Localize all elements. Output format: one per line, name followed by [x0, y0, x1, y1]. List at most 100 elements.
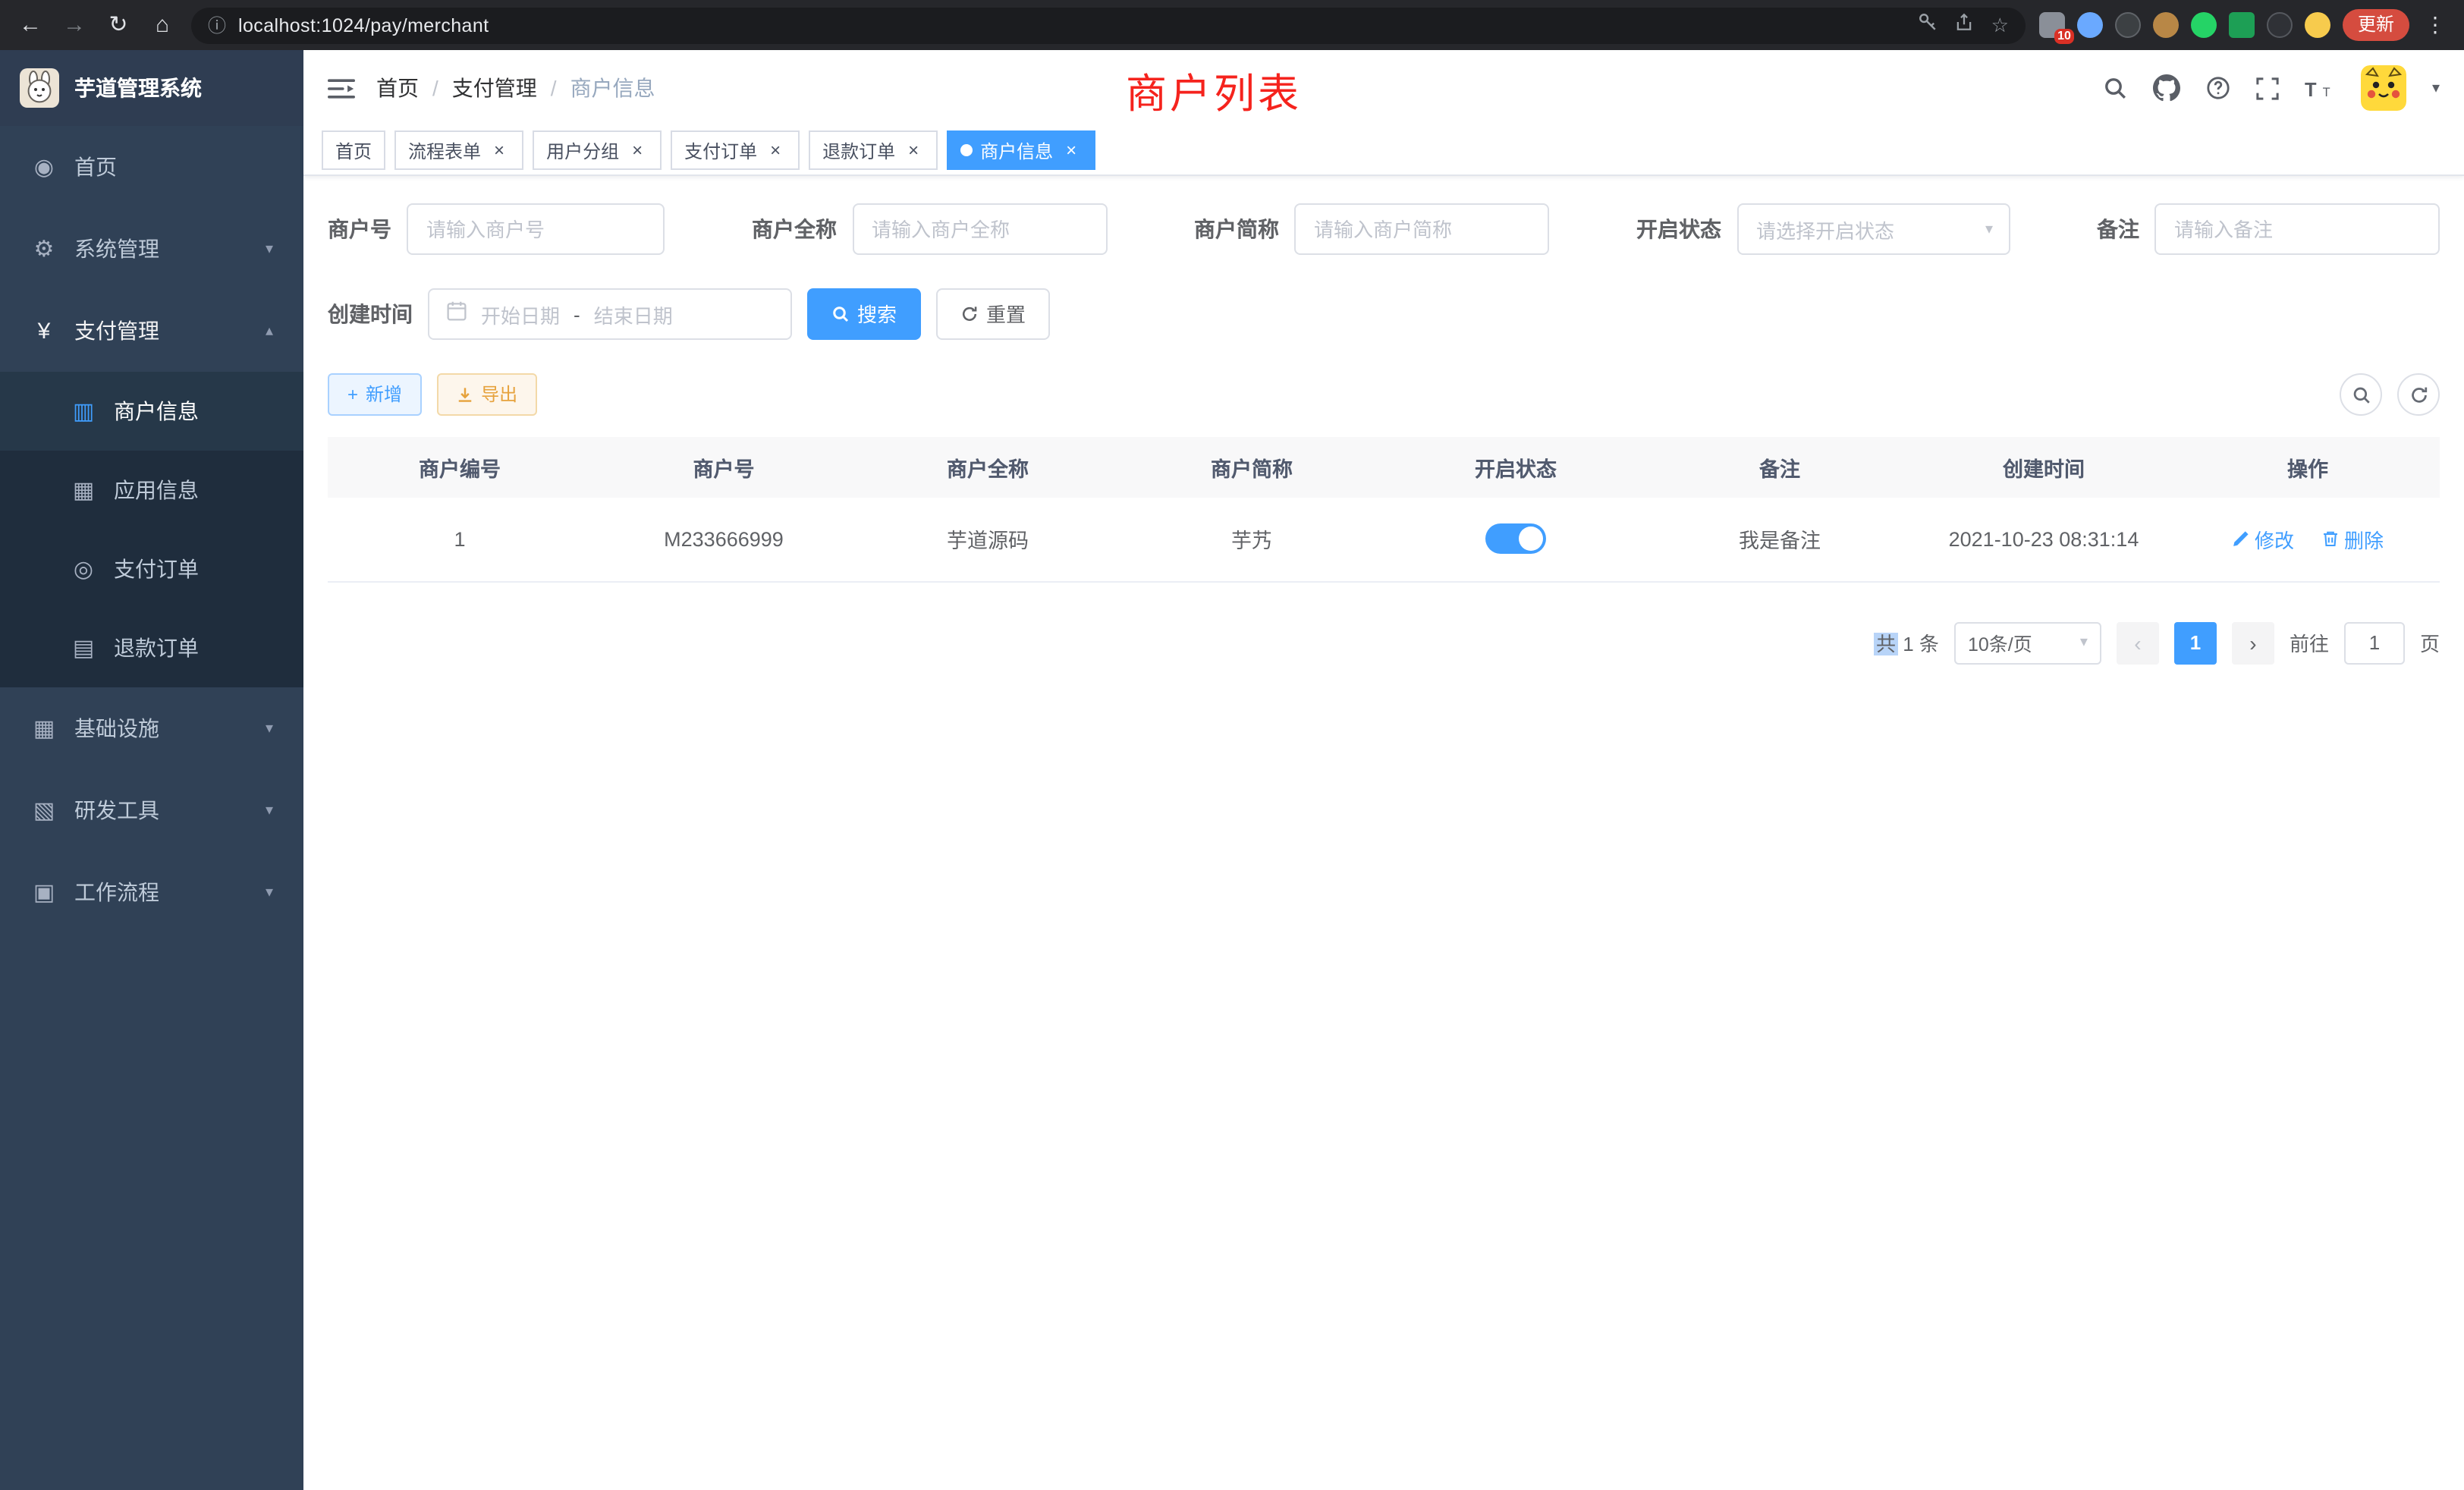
date-end-placeholder: 结束日期	[594, 300, 673, 328]
extension-icon[interactable]	[2077, 12, 2103, 38]
col-header: 开启状态	[1384, 437, 1648, 498]
tab-refund-orders[interactable]: 退款订单 ×	[809, 130, 938, 170]
edit-link[interactable]: 修改	[2232, 525, 2294, 554]
share-icon[interactable]	[1955, 11, 1975, 39]
goto-page-input[interactable]	[2344, 621, 2405, 664]
next-page-button[interactable]: ›	[2232, 621, 2274, 664]
chevron-down-icon[interactable]: ▾	[2432, 80, 2440, 96]
browser-profile-avatar[interactable]	[2305, 12, 2330, 38]
sidebar-item-refund-orders[interactable]: ▤ 退款订单	[0, 608, 303, 687]
extension-icon[interactable]	[2191, 12, 2217, 38]
sidebar-item-infrastructure[interactable]: ▦ 基础设施 ▾	[0, 687, 303, 769]
page-1-button[interactable]: 1	[2174, 621, 2217, 664]
col-header: 商户简称	[1120, 437, 1384, 498]
search-button[interactable]: 搜索	[807, 288, 921, 340]
search-icon[interactable]	[2103, 76, 2127, 100]
refresh-icon	[2409, 385, 2428, 404]
browser-update-button[interactable]: 更新	[2343, 9, 2409, 41]
remark-input[interactable]	[2154, 203, 2440, 255]
sidebar-item-pay-orders[interactable]: ◎ 支付订单	[0, 530, 303, 608]
browser-forward-icon[interactable]: →	[59, 0, 90, 50]
svg-text:T: T	[2323, 85, 2330, 99]
merchant-no-input[interactable]	[407, 203, 665, 255]
refresh-table-button[interactable]	[2397, 373, 2440, 416]
chevron-down-icon: ▾	[2080, 634, 2088, 651]
extension-icon[interactable]	[2115, 12, 2141, 38]
cell-merchant-id: 1	[328, 498, 592, 581]
sidebar-item-label: 工作流程	[74, 877, 159, 907]
sidebar-toggle-icon[interactable]	[328, 77, 355, 99]
status-select-placeholder: 请选择开启状态	[1756, 215, 1894, 244]
tab-home[interactable]: 首页	[322, 130, 385, 170]
sidebar-item-label: 退款订单	[114, 633, 199, 663]
sidebar-item-dev-tools[interactable]: ▧ 研发工具 ▾	[0, 769, 303, 851]
font-size-icon[interactable]: TT	[2305, 77, 2335, 99]
tab-user-group[interactable]: 用户分组 ×	[533, 130, 662, 170]
export-button[interactable]: 导出	[437, 373, 537, 416]
document-icon: ▤	[70, 634, 97, 662]
breadcrumb-item-home[interactable]: 首页	[376, 73, 419, 103]
fullscreen-icon[interactable]	[2256, 77, 2279, 99]
target-icon: ◎	[70, 555, 97, 583]
bookmark-star-icon[interactable]: ☆	[1991, 13, 2009, 37]
tab-label: 用户分组	[546, 137, 619, 163]
sidebar-item-label: 支付管理	[74, 316, 159, 346]
key-icon[interactable]	[1919, 11, 1938, 39]
tab-merchant-info[interactable]: 商户信息 ×	[947, 130, 1095, 170]
github-icon[interactable]	[2153, 74, 2180, 102]
dashboard-icon: ◉	[30, 153, 58, 181]
page-size-select[interactable]: 10条/页 ▾	[1954, 621, 2101, 664]
app-logo[interactable]: 芋道管理系统	[0, 50, 303, 126]
address-bar[interactable]: ⓘ localhost:1024/pay/merchant ☆	[191, 7, 2026, 43]
close-icon[interactable]: ×	[903, 140, 924, 161]
tab-label: 流程表单	[408, 137, 481, 163]
sidebar-item-merchant-info[interactable]: ▥ 商户信息	[0, 372, 303, 451]
browser-back-icon[interactable]: ←	[15, 0, 46, 50]
sidebar-item-label: 研发工具	[74, 795, 159, 825]
full-name-label: 商户全称	[752, 214, 837, 244]
close-icon[interactable]: ×	[1061, 140, 1082, 161]
delete-link[interactable]: 删除	[2321, 525, 2384, 554]
tab-process-form[interactable]: 流程表单 ×	[394, 130, 523, 170]
close-icon[interactable]: ×	[627, 140, 648, 161]
page-size-value: 10条/页	[1968, 628, 2032, 657]
sidebar-item-system[interactable]: ⚙ 系统管理 ▾	[0, 208, 303, 290]
extension-icon[interactable]	[2267, 12, 2293, 38]
sidebar-item-payment[interactable]: ¥ 支付管理 ▴	[0, 290, 303, 372]
close-icon[interactable]: ×	[765, 140, 786, 161]
reset-button[interactable]: 重置	[936, 288, 1050, 340]
add-button[interactable]: + 新增	[328, 373, 422, 416]
sidebar-item-workflow[interactable]: ▣ 工作流程 ▾	[0, 851, 303, 933]
toggle-search-button[interactable]	[2340, 373, 2382, 416]
cell-remark: 我是备注	[1648, 498, 1912, 581]
extension-icon[interactable]	[2229, 12, 2255, 38]
goto-label: 前往	[2290, 628, 2329, 657]
page-info-icon[interactable]: ⓘ	[208, 12, 226, 38]
extension-icon[interactable]	[2153, 12, 2179, 38]
user-avatar[interactable]	[2361, 65, 2406, 111]
status-toggle[interactable]	[1485, 524, 1546, 555]
browser-home-icon[interactable]: ⌂	[147, 0, 178, 50]
remark-label: 备注	[2097, 214, 2139, 244]
status-select[interactable]: 请选择开启状态 ▾	[1736, 203, 2010, 255]
url-text[interactable]: localhost:1024/pay/merchant	[238, 14, 1906, 36]
tab-label: 退款订单	[822, 137, 895, 163]
extensions-puzzle-icon[interactable]: 10	[2039, 12, 2065, 38]
full-name-input[interactable]	[852, 203, 1107, 255]
breadcrumb-item-payment[interactable]: 支付管理	[452, 73, 537, 103]
prev-page-button[interactable]: ‹	[2117, 621, 2159, 664]
close-icon[interactable]: ×	[489, 140, 510, 161]
tab-pay-orders[interactable]: 支付订单 ×	[671, 130, 800, 170]
date-range-picker[interactable]: 开始日期 - 结束日期	[428, 288, 792, 340]
short-name-label: 商户简称	[1194, 214, 1279, 244]
col-header: 商户编号	[328, 437, 592, 498]
sidebar-item-app-info[interactable]: ▦ 应用信息	[0, 451, 303, 530]
page-content: 商户号 商户全称 商户简称 开启状态 请选择开启状态	[303, 176, 2464, 1490]
filter-form-row-2: 创建时间 开始日期 - 结束日期 搜索 重置	[328, 288, 2440, 340]
sidebar-item-home[interactable]: ◉ 首页	[0, 126, 303, 208]
cell-full-name: 芋道源码	[856, 498, 1120, 581]
browser-reload-icon[interactable]: ↻	[103, 0, 134, 50]
browser-menu-icon[interactable]: ⋮	[2422, 12, 2449, 38]
short-name-input[interactable]	[1294, 203, 1549, 255]
help-icon[interactable]	[2206, 76, 2230, 100]
